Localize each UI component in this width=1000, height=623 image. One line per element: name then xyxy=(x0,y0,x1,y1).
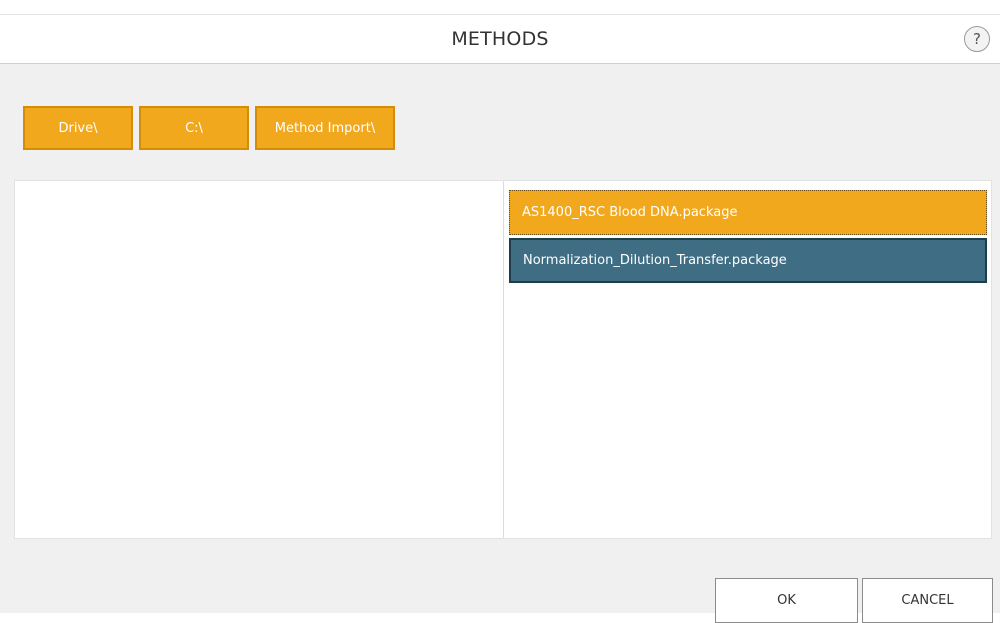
help-button[interactable]: ? xyxy=(964,26,990,52)
breadcrumb: Drive\ C:\ Method Import\ xyxy=(23,106,395,150)
file-item-as1400-rsc-blood-dna[interactable]: AS1400_RSC Blood DNA.package xyxy=(509,190,987,235)
breadcrumb-method-import[interactable]: Method Import\ xyxy=(255,106,395,150)
browser-panels: AS1400_RSC Blood DNA.package Normalizati… xyxy=(14,180,992,539)
question-mark-icon: ? xyxy=(973,30,981,48)
folder-list-panel[interactable] xyxy=(15,181,504,538)
breadcrumb-c-drive[interactable]: C:\ xyxy=(139,106,249,150)
file-item-normalization-dilution-transfer[interactable]: Normalization_Dilution_Transfer.package xyxy=(509,238,987,283)
cancel-button[interactable]: CANCEL xyxy=(862,578,993,623)
ok-button[interactable]: OK xyxy=(715,578,858,623)
breadcrumb-drive[interactable]: Drive\ xyxy=(23,106,133,150)
dialog-header: METHODS ? xyxy=(0,14,1000,64)
file-list-panel: AS1400_RSC Blood DNA.package Normalizati… xyxy=(504,181,991,538)
page-title: METHODS xyxy=(451,28,549,50)
dialog-body: Drive\ C:\ Method Import\ AS1400_RSC Blo… xyxy=(0,64,1000,623)
